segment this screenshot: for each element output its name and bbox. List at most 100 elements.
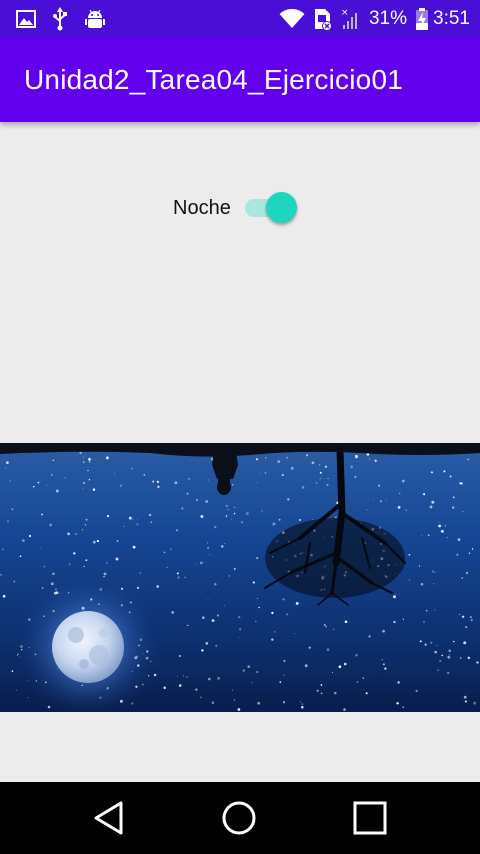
star xyxy=(251,681,253,684)
star xyxy=(430,641,433,644)
status-bar-notifications xyxy=(16,7,122,31)
star xyxy=(11,670,14,672)
star xyxy=(373,499,375,501)
star xyxy=(257,701,261,705)
star xyxy=(299,701,301,703)
star xyxy=(463,641,467,645)
star xyxy=(467,656,470,660)
star xyxy=(399,492,401,494)
star xyxy=(228,575,230,577)
star xyxy=(132,545,136,549)
star xyxy=(55,489,59,493)
star xyxy=(462,511,464,513)
star xyxy=(320,684,323,687)
star xyxy=(334,516,337,519)
switch-thumb[interactable] xyxy=(265,192,297,223)
star xyxy=(238,616,241,619)
navigation-bar xyxy=(0,782,480,854)
back-icon xyxy=(94,801,123,835)
home-button[interactable] xyxy=(219,798,259,838)
star xyxy=(447,671,450,675)
image-icon xyxy=(16,9,36,29)
star xyxy=(128,516,132,520)
star xyxy=(143,474,146,476)
star xyxy=(88,457,91,461)
star xyxy=(261,510,263,512)
star xyxy=(11,508,14,511)
star xyxy=(5,467,7,469)
star xyxy=(233,506,236,509)
star xyxy=(380,500,383,503)
star xyxy=(176,572,179,575)
star xyxy=(381,659,383,661)
star xyxy=(41,513,43,516)
star xyxy=(366,509,368,511)
star xyxy=(217,676,221,680)
star xyxy=(201,649,204,652)
back-button[interactable] xyxy=(89,798,129,838)
night-switch[interactable] xyxy=(243,190,299,226)
star xyxy=(227,508,229,511)
star xyxy=(6,461,9,464)
star xyxy=(444,524,447,527)
star xyxy=(331,671,334,674)
star xyxy=(221,545,224,548)
star xyxy=(272,522,276,526)
star xyxy=(256,482,258,484)
star xyxy=(237,708,241,711)
star xyxy=(405,509,407,511)
android-debug-icon xyxy=(84,8,106,30)
star xyxy=(1,548,4,551)
star xyxy=(434,609,436,611)
star xyxy=(136,586,140,590)
star xyxy=(114,472,116,474)
star xyxy=(233,699,235,701)
star xyxy=(430,471,433,474)
star xyxy=(464,700,467,703)
star xyxy=(92,488,96,491)
star xyxy=(52,459,54,462)
star xyxy=(427,534,430,537)
star xyxy=(9,480,11,482)
star xyxy=(402,618,405,620)
star xyxy=(319,477,321,480)
star xyxy=(182,675,184,677)
star xyxy=(424,643,427,646)
star xyxy=(374,459,377,462)
star xyxy=(67,532,70,536)
star xyxy=(465,571,469,575)
star xyxy=(343,708,346,711)
recents-icon xyxy=(353,801,387,835)
star xyxy=(350,465,354,469)
star xyxy=(426,610,428,612)
star xyxy=(467,458,470,461)
star xyxy=(452,506,455,509)
star xyxy=(186,676,188,678)
star xyxy=(368,458,370,460)
recents-button[interactable] xyxy=(350,798,390,838)
star xyxy=(420,582,424,586)
star xyxy=(457,538,461,542)
star xyxy=(316,689,319,692)
star xyxy=(382,629,385,633)
wifi-icon xyxy=(279,9,305,29)
star xyxy=(277,460,281,464)
star xyxy=(68,563,71,566)
star xyxy=(131,702,134,705)
star xyxy=(202,561,204,563)
star xyxy=(214,583,217,586)
star xyxy=(88,461,91,463)
star xyxy=(458,614,460,616)
star xyxy=(96,539,100,543)
star xyxy=(188,478,190,480)
star xyxy=(195,562,197,564)
star xyxy=(82,461,85,464)
star xyxy=(281,473,284,477)
star xyxy=(465,626,468,628)
star xyxy=(7,520,9,523)
star xyxy=(459,657,462,659)
star xyxy=(448,654,450,656)
star xyxy=(85,518,88,521)
star xyxy=(45,484,48,486)
star xyxy=(258,606,260,609)
